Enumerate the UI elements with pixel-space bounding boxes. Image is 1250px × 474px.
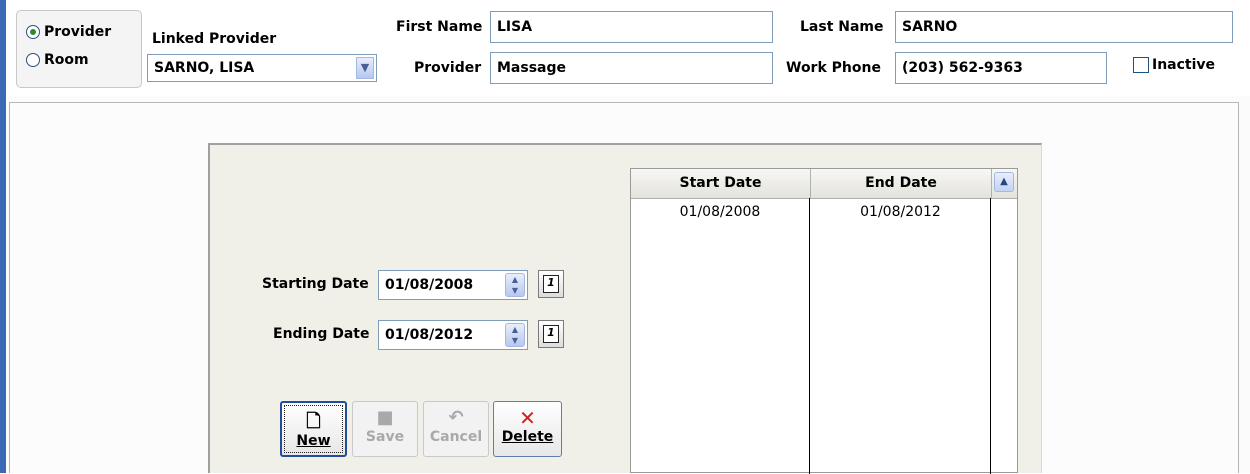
column-divider	[990, 198, 991, 474]
calendar-icon: 1	[543, 275, 559, 293]
provider-radio[interactable]: Provider	[26, 22, 111, 42]
end-date-column-header[interactable]: End Date	[811, 169, 992, 198]
window-frame: Provider Room Linked Provider SARNO, LIS…	[0, 0, 1250, 474]
linked-provider-select[interactable]: SARNO, LISA ▼	[147, 54, 377, 82]
cancel-button-label: Cancel	[429, 429, 483, 445]
linked-provider-value: SARNO, LISA	[154, 60, 255, 76]
delete-button[interactable]: ✕ Delete	[493, 401, 562, 457]
ending-date-spinner[interactable]: ▲ ▼	[505, 323, 525, 347]
work-phone-field[interactable]: (203) 562-9363	[895, 52, 1107, 84]
starting-date-value: 01/08/2008	[385, 277, 474, 293]
save-button-label: Save	[365, 429, 405, 445]
room-radio-label: Room	[44, 52, 89, 68]
column-divider	[809, 198, 810, 474]
starting-date-label: Starting Date	[262, 276, 369, 292]
new-document-icon: 🗋	[306, 411, 321, 432]
table-cell-end-date[interactable]: 01/08/2012	[811, 204, 990, 220]
linked-provider-label: Linked Provider	[152, 31, 277, 47]
work-phone-label: Work Phone	[786, 60, 881, 76]
start-date-column-header[interactable]: Start Date	[631, 169, 811, 198]
inactive-label: Inactive	[1152, 57, 1216, 73]
inactive-checkbox[interactable]	[1133, 57, 1149, 73]
ending-date-value: 01/08/2012	[385, 327, 474, 343]
starting-date-field[interactable]: 01/08/2008 ▲ ▼	[378, 270, 528, 300]
provider-radio-label: Provider	[44, 24, 112, 40]
provider-label: Provider	[414, 60, 482, 76]
save-button[interactable]: ■ Save	[352, 401, 418, 457]
ending-date-calendar-button[interactable]: 1	[538, 320, 564, 348]
table-header: Start Date End Date ▲	[631, 169, 1017, 199]
radio-unselected-icon	[26, 53, 40, 67]
date-range-table[interactable]: Start Date End Date ▲ 01/08/2008 01/08/2…	[630, 168, 1018, 474]
new-button[interactable]: 🗋 New	[280, 401, 347, 457]
last-name-label: Last Name	[800, 19, 884, 35]
new-button-label: New	[296, 433, 331, 449]
chevron-down-icon[interactable]: ▼	[356, 57, 374, 79]
radio-selected-icon	[26, 25, 40, 39]
delete-button-label: Delete	[501, 429, 554, 445]
ending-date-field[interactable]: 01/08/2012 ▲ ▼	[378, 320, 528, 350]
cancel-button[interactable]: ↶ Cancel	[423, 401, 489, 457]
undo-icon: ↶	[448, 407, 464, 428]
provider-field[interactable]: Massage	[490, 52, 773, 84]
scroll-up-icon[interactable]: ▲	[994, 172, 1014, 192]
first-name-label: First Name	[396, 19, 483, 35]
table-cell-start-date[interactable]: 01/08/2008	[631, 204, 809, 220]
starting-date-spinner[interactable]: ▲ ▼	[505, 273, 525, 297]
ending-date-label: Ending Date	[273, 326, 370, 342]
room-radio[interactable]: Room	[26, 50, 89, 70]
last-name-field[interactable]: SARNO	[895, 11, 1233, 43]
starting-date-calendar-button[interactable]: 1	[538, 270, 564, 298]
save-disk-icon: ■	[376, 407, 394, 428]
calendar-icon: 1	[543, 325, 559, 343]
delete-x-icon: ✕	[519, 406, 536, 430]
first-name-field[interactable]: LISA	[490, 11, 773, 43]
